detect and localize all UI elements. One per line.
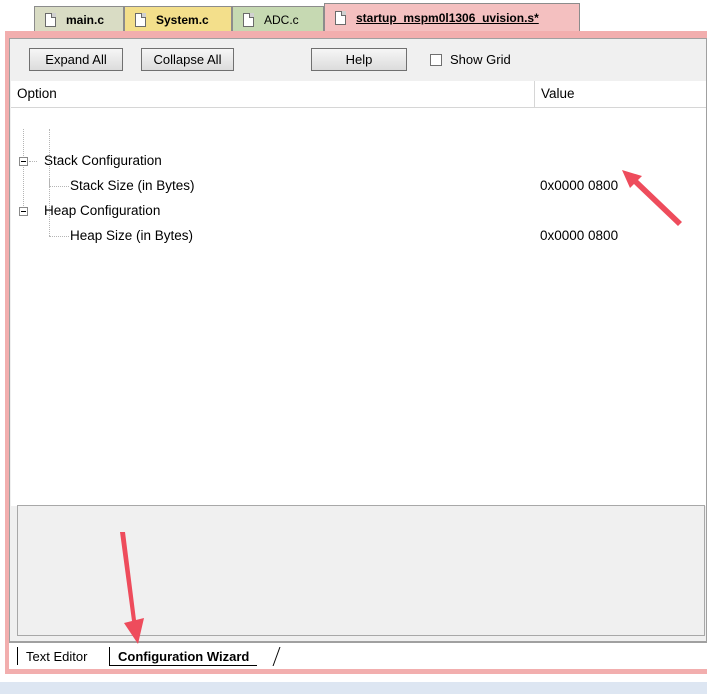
option-value[interactable]: 0x0000 0800 — [540, 228, 618, 243]
tab-system-c[interactable]: System.c — [124, 6, 232, 32]
annotation-arrow-icon — [120, 532, 144, 644]
show-grid-toggle[interactable]: Show Grid — [430, 52, 511, 67]
document-icon — [335, 11, 346, 25]
tab-label: ADC.c — [264, 12, 299, 27]
tab-main-c[interactable]: main.c — [34, 6, 124, 32]
editor-mode-tabs: Text Editor Configuration Wizard — [9, 642, 707, 669]
document-icon — [45, 12, 56, 27]
tab-edge — [272, 647, 281, 666]
wizard-toolbar: Expand All Collapse All Help Show Grid — [10, 39, 706, 81]
tree-row-stack-configuration[interactable]: Stack Configuration — [11, 149, 706, 174]
tab-startup-s[interactable]: startup_mspm0l1306_uvision.s* — [324, 3, 580, 32]
column-header-value[interactable]: Value — [541, 86, 575, 101]
tree-row-stack-size[interactable]: Stack Size (in Bytes) 0x0000 0800 — [11, 174, 706, 199]
column-header-option[interactable]: Option — [17, 86, 57, 101]
tab-text-editor[interactable]: Text Editor — [17, 647, 108, 665]
option-value[interactable]: 0x0000 0800 — [540, 178, 618, 193]
option-label: Heap Size (in Bytes) — [70, 228, 194, 243]
tree-row-heap-configuration[interactable]: Heap Configuration — [11, 199, 706, 224]
tab-adc-c[interactable]: ADC.c — [232, 6, 324, 32]
collapse-all-button[interactable]: Collapse All — [141, 48, 234, 71]
option-label: Stack Configuration — [44, 153, 162, 168]
tab-label: startup_mspm0l1306_uvision.s* — [356, 11, 539, 25]
option-label: Heap Configuration — [44, 203, 161, 218]
option-label: Stack Size (in Bytes) — [70, 178, 195, 193]
column-divider[interactable] — [534, 81, 535, 107]
help-button[interactable]: Help — [311, 48, 407, 71]
annotation-arrow-icon — [622, 170, 682, 226]
tab-configuration-wizard[interactable]: Configuration Wizard — [109, 647, 258, 666]
tab-label: System.c — [156, 12, 209, 27]
document-icon — [243, 12, 254, 27]
show-grid-checkbox[interactable] — [430, 53, 442, 66]
collapse-toggle-icon[interactable] — [19, 207, 28, 216]
status-bar — [0, 682, 707, 694]
tree-row-heap-size[interactable]: Heap Size (in Bytes) 0x0000 0800 — [11, 224, 706, 249]
grid-header: Option Value — [11, 81, 706, 108]
expand-all-button[interactable]: Expand All — [29, 48, 123, 71]
options-grid: Option Value Stack Configuration Stack S… — [11, 81, 706, 506]
tab-label: main.c — [66, 12, 105, 27]
show-grid-label: Show Grid — [450, 52, 511, 67]
collapse-toggle-icon[interactable] — [19, 157, 28, 166]
document-icon — [135, 12, 146, 27]
